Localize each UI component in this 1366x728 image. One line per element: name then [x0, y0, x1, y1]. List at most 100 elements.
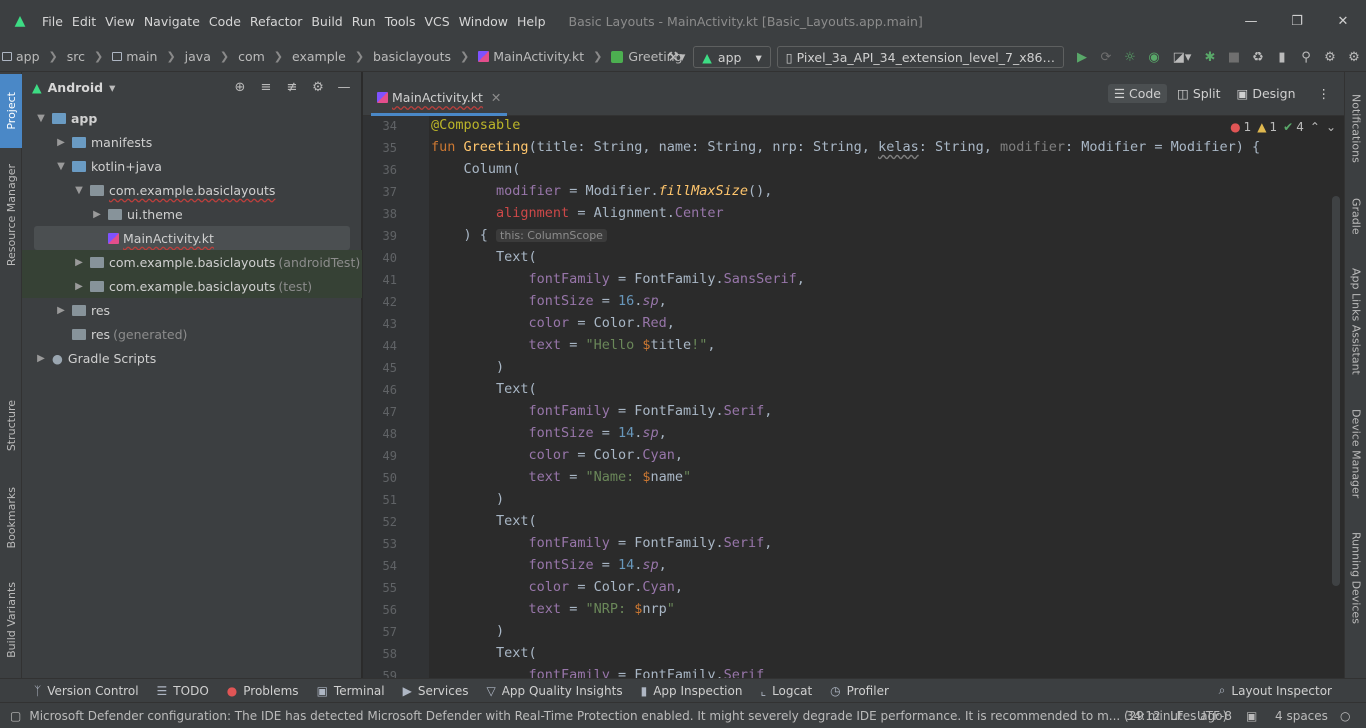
- gear-icon[interactable]: ⚙: [305, 80, 331, 95]
- tab-project[interactable]: Project: [0, 74, 22, 148]
- sync-project-icon[interactable]: ♻: [1246, 42, 1270, 72]
- status-message[interactable]: Microsoft Defender configuration: The ID…: [29, 709, 1227, 723]
- chevron-right-icon[interactable]: ▶: [54, 305, 68, 316]
- mode-design-button[interactable]: ▣ Design: [1231, 84, 1302, 103]
- tree-item-gradle-scripts[interactable]: ▶ ● Gradle Scripts: [22, 346, 362, 370]
- device-manager-icon[interactable]: ▮: [1270, 42, 1294, 72]
- tab-bookmarks[interactable]: Bookmarks: [0, 480, 22, 556]
- tab-mainactivity[interactable]: MainActivity.kt ✕: [371, 82, 508, 116]
- breadcrumb-java[interactable]: java: [185, 49, 211, 64]
- tab-device-manager[interactable]: Device Manager: [1345, 402, 1366, 506]
- attach-debugger-icon[interactable]: ◉: [1142, 42, 1166, 72]
- tab-notifications[interactable]: Notifications: [1345, 82, 1366, 174]
- tool-logcat[interactable]: ⌞ Logcat: [760, 684, 812, 698]
- tab-running-devices[interactable]: Running Devices: [1345, 528, 1366, 628]
- tree-item-package-test[interactable]: ▶ com.example.basiclayouts (test): [22, 274, 362, 298]
- menu-vcs[interactable]: VCS: [421, 14, 454, 29]
- tool-terminal[interactable]: ▣ Terminal: [317, 684, 385, 698]
- settings-update-icon[interactable]: ⚙: [1318, 42, 1342, 72]
- breadcrumb-com[interactable]: com: [238, 49, 265, 64]
- memory-indicator-icon[interactable]: ○: [1340, 709, 1350, 723]
- gear-icon[interactable]: ⚙: [1342, 42, 1366, 72]
- chevron-right-icon[interactable]: ▶: [90, 209, 104, 220]
- tool-version-control[interactable]: ᛉ Version Control: [34, 684, 139, 698]
- tree-item-package-androidtest[interactable]: ▶ com.example.basiclayouts (androidTest): [22, 250, 362, 274]
- tab-gradle[interactable]: Gradle: [1345, 188, 1366, 244]
- more-options-icon[interactable]: ⋮: [1312, 84, 1337, 103]
- next-highlight-icon[interactable]: ⌄: [1326, 120, 1336, 134]
- chevron-down-icon[interactable]: ▼: [54, 161, 68, 172]
- expand-all-icon[interactable]: ≡: [253, 80, 279, 95]
- inspection-widget[interactable]: ● 1 ▲ 1 ✔ 4 ⌃ ⌄: [1224, 120, 1336, 134]
- menu-file[interactable]: File: [40, 14, 67, 29]
- breadcrumb-main[interactable]: main: [126, 49, 157, 64]
- chevron-right-icon[interactable]: ▶: [54, 137, 68, 148]
- tree-item-res-generated[interactable]: res (generated): [22, 322, 362, 346]
- tree-item-res[interactable]: ▶ res: [22, 298, 362, 322]
- apply-changes-icon[interactable]: ⟳: [1094, 42, 1118, 72]
- chevron-down-icon[interactable]: ▾: [109, 80, 115, 95]
- mode-code-button[interactable]: ☰ Code: [1107, 84, 1168, 103]
- tree-item-kotlin-java[interactable]: ▼ kotlin+java: [22, 154, 362, 178]
- readonly-lock-icon[interactable]: ▣: [1246, 709, 1257, 723]
- chevron-right-icon[interactable]: ▶: [72, 281, 86, 292]
- file-encoding[interactable]: UTF-8: [1197, 709, 1232, 723]
- menu-code[interactable]: Code: [205, 14, 245, 29]
- tool-layout-inspector[interactable]: ⌕ Layout Inspector: [1219, 683, 1332, 698]
- breadcrumb-mainactivity[interactable]: MainActivity.kt: [493, 49, 584, 64]
- attach-process-icon[interactable]: ✱: [1198, 42, 1222, 72]
- mode-split-button[interactable]: ◫ Split: [1171, 84, 1227, 103]
- tree-item-manifests[interactable]: ▶ manifests: [22, 130, 362, 154]
- menu-refactor[interactable]: Refactor: [246, 14, 306, 29]
- menu-build[interactable]: Build: [307, 14, 346, 29]
- status-toggle-icon[interactable]: ▢: [10, 709, 21, 723]
- tool-services[interactable]: ▶ Services: [403, 684, 469, 698]
- menu-navigate[interactable]: Navigate: [140, 14, 204, 29]
- menu-help[interactable]: Help: [513, 14, 550, 29]
- tree-item-package-main[interactable]: ▼ com.example.basiclayouts: [22, 178, 362, 202]
- chevron-right-icon[interactable]: ▶: [72, 257, 86, 268]
- device-dropdown[interactable]: ▯ Pixel_3a_API_34_extension_level_7_x86…: [776, 46, 1064, 68]
- run-icon[interactable]: ▶: [1070, 42, 1094, 72]
- search-icon[interactable]: ⚲: [1294, 42, 1318, 72]
- locate-icon[interactable]: ⊕: [227, 80, 253, 95]
- menu-tools[interactable]: Tools: [381, 14, 420, 29]
- tool-app-quality-insights[interactable]: ▽ App Quality Insights: [486, 684, 622, 698]
- chevron-right-icon[interactable]: ▶: [34, 353, 48, 364]
- line-separator[interactable]: LF: [1170, 709, 1184, 723]
- tab-structure[interactable]: Structure: [0, 390, 22, 462]
- tree-item-ui-theme[interactable]: ▶ ui.theme: [22, 202, 362, 226]
- menu-window[interactable]: Window: [455, 14, 512, 29]
- menu-run[interactable]: Run: [348, 14, 380, 29]
- tab-app-links-assistant[interactable]: App Links Assistant: [1345, 262, 1366, 380]
- tab-resource-manager[interactable]: Resource Manager: [0, 156, 22, 274]
- profile-dropdown-icon[interactable]: ◪▾: [1166, 42, 1198, 72]
- breadcrumb-app[interactable]: app: [16, 49, 40, 64]
- tree-item-mainactivity[interactable]: MainActivity.kt: [34, 226, 350, 250]
- indent-setting[interactable]: 4 spaces: [1275, 709, 1328, 723]
- editor-scrollbar[interactable]: [1332, 196, 1340, 586]
- breadcrumb-example[interactable]: example: [292, 49, 346, 64]
- breadcrumb-basiclayouts[interactable]: basiclayouts: [373, 49, 451, 64]
- debug-icon[interactable]: ☼: [1118, 42, 1142, 72]
- chevron-down-icon[interactable]: ▼: [34, 113, 48, 124]
- caret-position[interactable]: 34:12: [1126, 709, 1161, 723]
- run-config-dropdown[interactable]: ▲ app ▾: [693, 46, 771, 68]
- hammer-dropdown-icon[interactable]: ⚒▾: [659, 42, 693, 72]
- minimize-icon[interactable]: —: [1228, 0, 1274, 42]
- close-tab-icon[interactable]: ✕: [491, 90, 501, 105]
- hide-panel-icon[interactable]: —: [331, 80, 357, 95]
- restore-icon[interactable]: ❐: [1274, 0, 1320, 42]
- collapse-all-icon[interactable]: ≢: [279, 80, 305, 95]
- tool-todo[interactable]: ☰ TODO: [157, 684, 209, 698]
- project-view-selector[interactable]: Android: [48, 80, 104, 95]
- previous-highlight-icon[interactable]: ⌃: [1310, 120, 1320, 134]
- chevron-down-icon[interactable]: ▼: [72, 185, 86, 196]
- stop-icon[interactable]: ■: [1222, 42, 1246, 72]
- tool-app-inspection[interactable]: ▮ App Inspection: [641, 684, 743, 698]
- tool-profiler[interactable]: ◷ Profiler: [830, 684, 889, 698]
- menu-view[interactable]: View: [101, 14, 139, 29]
- menu-edit[interactable]: Edit: [68, 14, 100, 29]
- breadcrumb-src[interactable]: src: [67, 49, 85, 64]
- tree-item-app[interactable]: ▼ app: [22, 106, 362, 130]
